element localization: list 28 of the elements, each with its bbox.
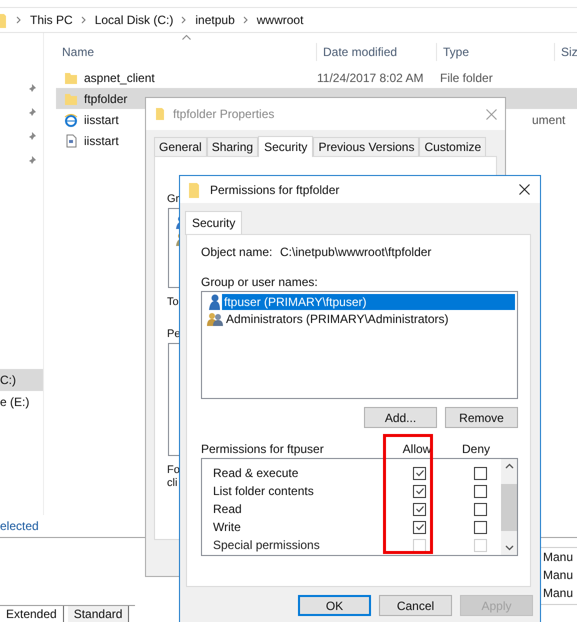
- object-path: C:\inetpub\wwwroot\ftpfolder: [280, 245, 432, 259]
- field-label: Permissions for ftpuser: [201, 442, 325, 456]
- file-name: ftpfolder: [84, 92, 128, 106]
- permission-name: Read: [212, 502, 243, 516]
- table-cell-text: Manu: [543, 585, 574, 602]
- window-title: ftpfolder Properties: [173, 107, 274, 121]
- status-text: elected: [0, 519, 40, 533]
- note-text: Fo: [167, 464, 180, 477]
- file-name: iisstart: [84, 134, 119, 148]
- file-type: File folder: [439, 70, 493, 84]
- permission-name: Special permissions: [212, 538, 321, 552]
- field-label: To: [167, 296, 179, 308]
- file-name: aspnet_client: [84, 70, 155, 84]
- permission-name: Write: [212, 520, 242, 534]
- note-text: cli: [167, 477, 178, 490]
- file-name: iisstart: [84, 112, 119, 126]
- permission-name: List folder contents: [212, 484, 315, 498]
- field-label: Gr: [167, 193, 180, 205]
- field-label: Object name:: [201, 245, 274, 259]
- column-header: Deny: [460, 442, 491, 456]
- table-cell-text: Manu: [543, 567, 574, 584]
- field-label: Group or user names:: [201, 275, 319, 289]
- table-cell-text: Manu: [543, 549, 574, 566]
- column-header: Allow: [402, 442, 432, 456]
- file-type: ument: [531, 112, 566, 126]
- window-title: Permissions for ftpfolder: [210, 182, 340, 196]
- permission-name: Read & execute: [212, 466, 300, 480]
- file-date: 11/24/2017 8:02 AM: [316, 70, 425, 84]
